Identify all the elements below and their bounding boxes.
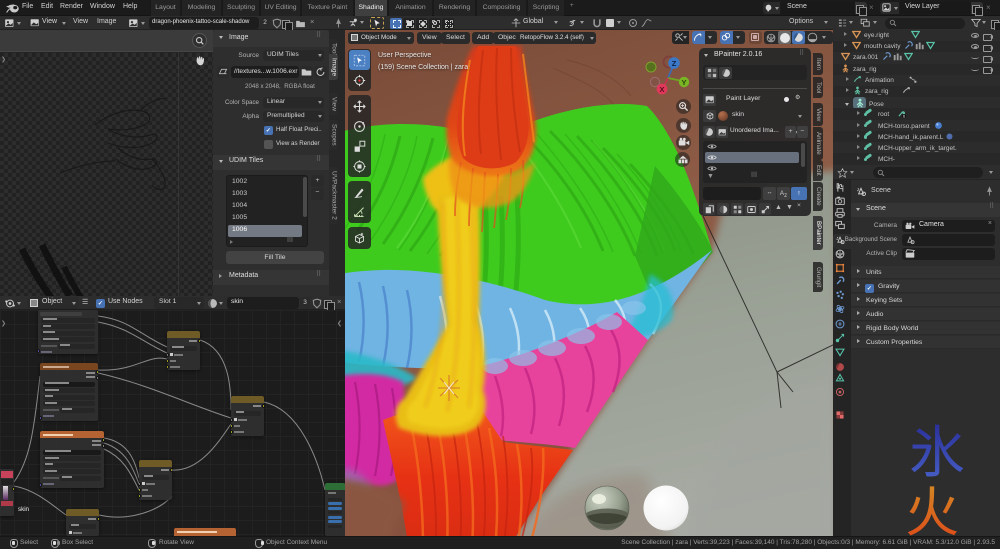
svg-text:6: 6 [903,115,905,119]
svg-text:Z: Z [672,59,677,68]
svg-text:Y: Y [681,78,686,87]
svg-text:X: X [659,85,664,94]
